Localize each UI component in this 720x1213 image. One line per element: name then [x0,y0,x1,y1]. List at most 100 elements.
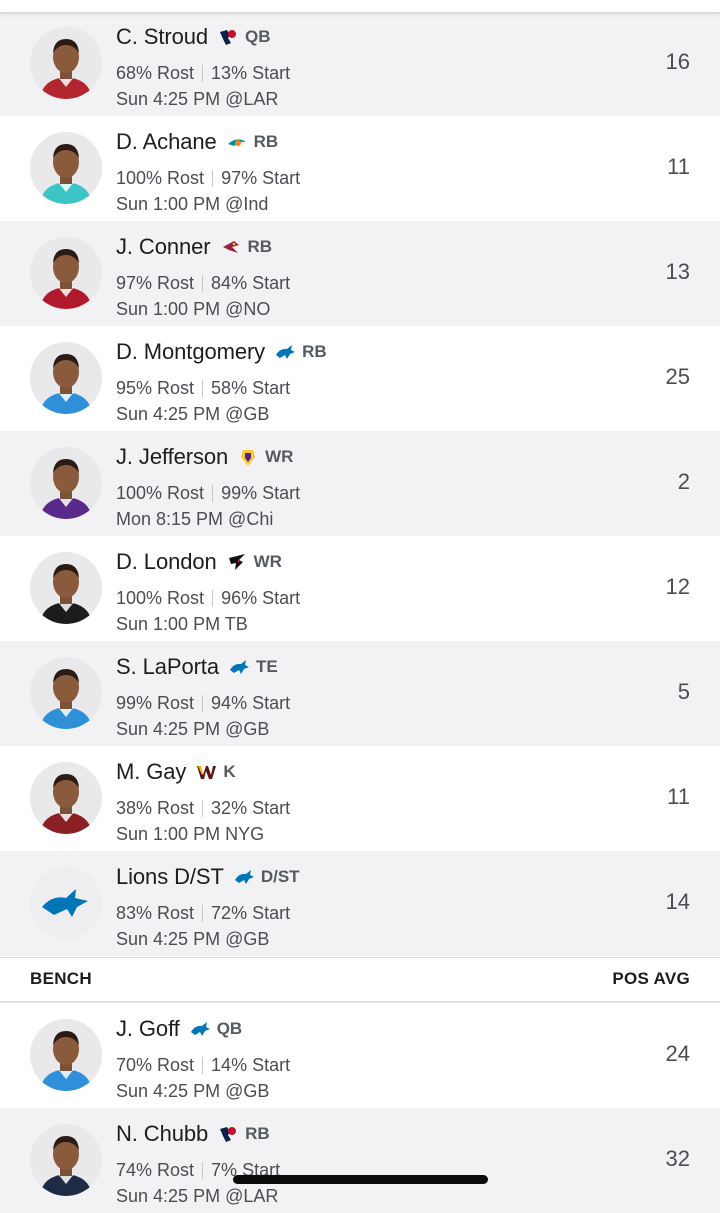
rostered-percent: 100% Rost [116,588,205,608]
player-row[interactable]: M. Gay K 38% Rost 32% Start Sun 1:00 PM NYG 1… [0,746,720,851]
player-name-line: J. Goff QB [116,1015,242,1043]
game-time-opponent: Sun 1:00 PM TB [116,614,248,634]
started-percent: 58% Start [211,378,291,398]
game-time-opponent: Sun 4:25 PM @LAR [116,89,279,109]
stat-divider [212,485,214,502]
rostered-percent: 38% Rost [116,798,195,818]
stat-divider [202,1057,204,1074]
position-rank: 25 [665,364,690,389]
rostered-percent: 68% Rost [116,63,195,83]
list-top-edge [0,0,720,13]
commanders-logo-icon [195,761,217,783]
game-time-opponent: Sun 4:25 PM @GB [116,404,270,424]
player-row[interactable]: J. Jefferson WR 100% Rost 99% Start Mon 8:15… [0,431,720,536]
dolphins-logo-icon [226,131,248,153]
player-avatar [30,657,102,729]
game-time-opponent: Mon 8:15 PM @Chi [116,509,274,529]
player-row[interactable]: Lions D/ST D/ST 83% Rost 72% Start Sun 4:25 … [0,851,720,956]
player-row[interactable]: D. London WR 100% Rost 96% Start Sun 1:00 PM… [0,536,720,641]
position-rank: 5 [677,679,690,704]
started-percent: 96% Start [221,588,301,608]
lions-logo-icon [189,1018,211,1040]
player-name-line: J. Jefferson WR [116,443,293,471]
player-name[interactable]: J. Conner [116,234,211,260]
player-name[interactable]: N. Chubb [116,1121,208,1147]
position-rank: 24 [665,1041,690,1066]
player-row[interactable]: C. Stroud QB 68% Rost 13% Start Sun 4:25 PM … [0,11,720,116]
player-position: RB [245,1124,270,1143]
player-name-line: Lions D/ST D/ST [116,863,300,891]
player-row[interactable]: S. LaPorta TE 99% Rost 94% Start Sun 4:25 PM… [0,641,720,746]
player-name[interactable]: D. London [116,549,217,575]
position-rank: 2 [677,469,690,494]
player-row[interactable]: J. Conner RB 97% Rost 84% Start Sun 1:00 PM … [0,221,720,326]
player-name[interactable]: M. Gay [116,759,186,785]
player-avatar [30,342,102,414]
started-percent: 14% Start [211,1055,291,1075]
player-ownership: 68% Rost 13% Start [116,63,290,84]
starters-list: C. Stroud QB 68% Rost 13% Start Sun 4:25 PM … [0,11,720,956]
player-row[interactable]: D. Montgomery RB 95% Rost 58% Start Sun 4:25… [0,326,720,431]
player-name-line: D. Achane RB [116,128,278,156]
texans-logo-icon [217,1123,239,1145]
player-row[interactable]: N. Chubb RB 74% Rost 7% Start Sun 4:25 PM @L… [0,1108,720,1213]
game-time-opponent: Sun 4:25 PM @GB [116,1081,270,1101]
player-name[interactable]: C. Stroud [116,24,208,50]
player-name[interactable]: J. Jefferson [116,444,228,470]
position-rank: 11 [667,154,690,179]
player-row[interactable]: J. Goff QB 70% Rost 14% Start Sun 4:25 PM @G… [0,1003,720,1108]
position-rank: 12 [665,574,690,599]
cardinals-logo-icon [219,236,241,258]
player-avatar [30,447,102,519]
rostered-percent: 100% Rost [116,168,205,188]
stat-divider [202,695,204,712]
game-time-opponent: Sun 1:00 PM @Ind [116,194,269,214]
player-ownership: 100% Rost 97% Start [116,168,300,189]
stat-divider [202,1162,204,1179]
vikings-logo-icon [237,446,259,468]
bench-header: BENCH POS AVG [0,957,720,1003]
rostered-percent: 83% Rost [116,903,195,923]
player-name-line: D. Montgomery RB [116,338,327,366]
player-ownership: 100% Rost 99% Start [116,483,300,504]
position-rank: 13 [665,259,690,284]
player-name[interactable]: J. Goff [116,1016,180,1042]
player-position: RB [302,342,327,361]
player-name[interactable]: D. Achane [116,129,217,155]
player-avatar [30,552,102,624]
position-rank: 14 [665,889,690,914]
player-avatar [30,132,102,204]
started-percent: 97% Start [221,168,301,188]
bench-label: BENCH [30,969,92,988]
started-percent: 99% Start [221,483,301,503]
player-row[interactable]: D. Achane RB 100% Rost 97% Start Sun 1:00 PM… [0,116,720,221]
player-name[interactable]: D. Montgomery [116,339,265,365]
stat-divider [212,170,214,187]
started-percent: 32% Start [211,798,291,818]
rostered-percent: 100% Rost [116,483,205,503]
started-percent: 13% Start [211,63,291,83]
player-name-line: N. Chubb RB [116,1120,270,1148]
rostered-percent: 95% Rost [116,378,195,398]
player-name[interactable]: Lions D/ST [116,864,224,890]
player-position: RB [247,237,273,256]
player-name-line: D. London WR [116,548,282,576]
position-rank: 16 [665,49,690,74]
stat-divider [212,590,214,607]
started-percent: 72% Start [211,903,291,923]
position-rank: 11 [667,784,690,809]
player-avatar [30,867,102,939]
lions-logo-icon [233,866,255,888]
player-ownership: 70% Rost 14% Start [116,1055,290,1076]
player-position: K [223,762,236,781]
player-avatar [30,237,102,309]
stat-divider [202,380,204,397]
player-position: WR [253,552,282,571]
stat-divider [202,905,204,922]
player-position: TE [255,657,278,676]
home-indicator[interactable] [233,1175,488,1184]
player-ownership: 97% Rost 84% Start [116,273,290,294]
starters-rows: C. Stroud QB 68% Rost 13% Start Sun 4:25 PM … [0,11,720,956]
position-rank: 32 [665,1146,690,1171]
player-name[interactable]: S. LaPorta [116,654,219,680]
